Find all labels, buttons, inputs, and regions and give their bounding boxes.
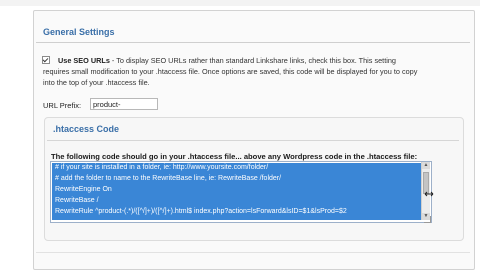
htaccess-intro: The following code should go in your .ht… [51, 152, 418, 161]
bottom-divider [36, 252, 470, 253]
top-band [0, 0, 480, 6]
scroll-up-icon[interactable]: ▲ [422, 162, 430, 169]
code-line: # if your site is installed in a folder,… [55, 164, 269, 171]
code-line: # add the folder to name to the RewriteB… [55, 175, 282, 182]
url-prefix-label: URL Prefix: [43, 101, 82, 110]
url-prefix-input[interactable] [90, 98, 158, 110]
htaccess-divider [47, 140, 459, 141]
seo-description-line3: into the top of your .htaccess file. [43, 78, 150, 87]
code-line: RewriteBase / [55, 197, 99, 204]
resize-grip-icon[interactable] [424, 216, 431, 223]
code-line: RewriteEngine On [55, 186, 112, 193]
htaccess-code-textarea[interactable]: # if your site is installed in a folder,… [50, 161, 432, 223]
seo-description: Use SEO URLs - To display SEO URLs rathe… [43, 55, 469, 88]
htaccess-title: .htaccess Code [53, 124, 120, 134]
seo-description-line1: - To display SEO URLs rather than standa… [109, 56, 396, 65]
heading-divider [36, 42, 470, 43]
code-line: RewriteRule ^product-(.*)/([^/]+)/([^/]+… [55, 208, 347, 215]
section-heading: General Settings [43, 27, 115, 37]
seo-description-line2: requires small modification to your .hta… [43, 67, 418, 76]
seo-checkbox-label[interactable]: Use SEO URLs [43, 56, 110, 65]
text-cursor-icon [424, 191, 434, 197]
